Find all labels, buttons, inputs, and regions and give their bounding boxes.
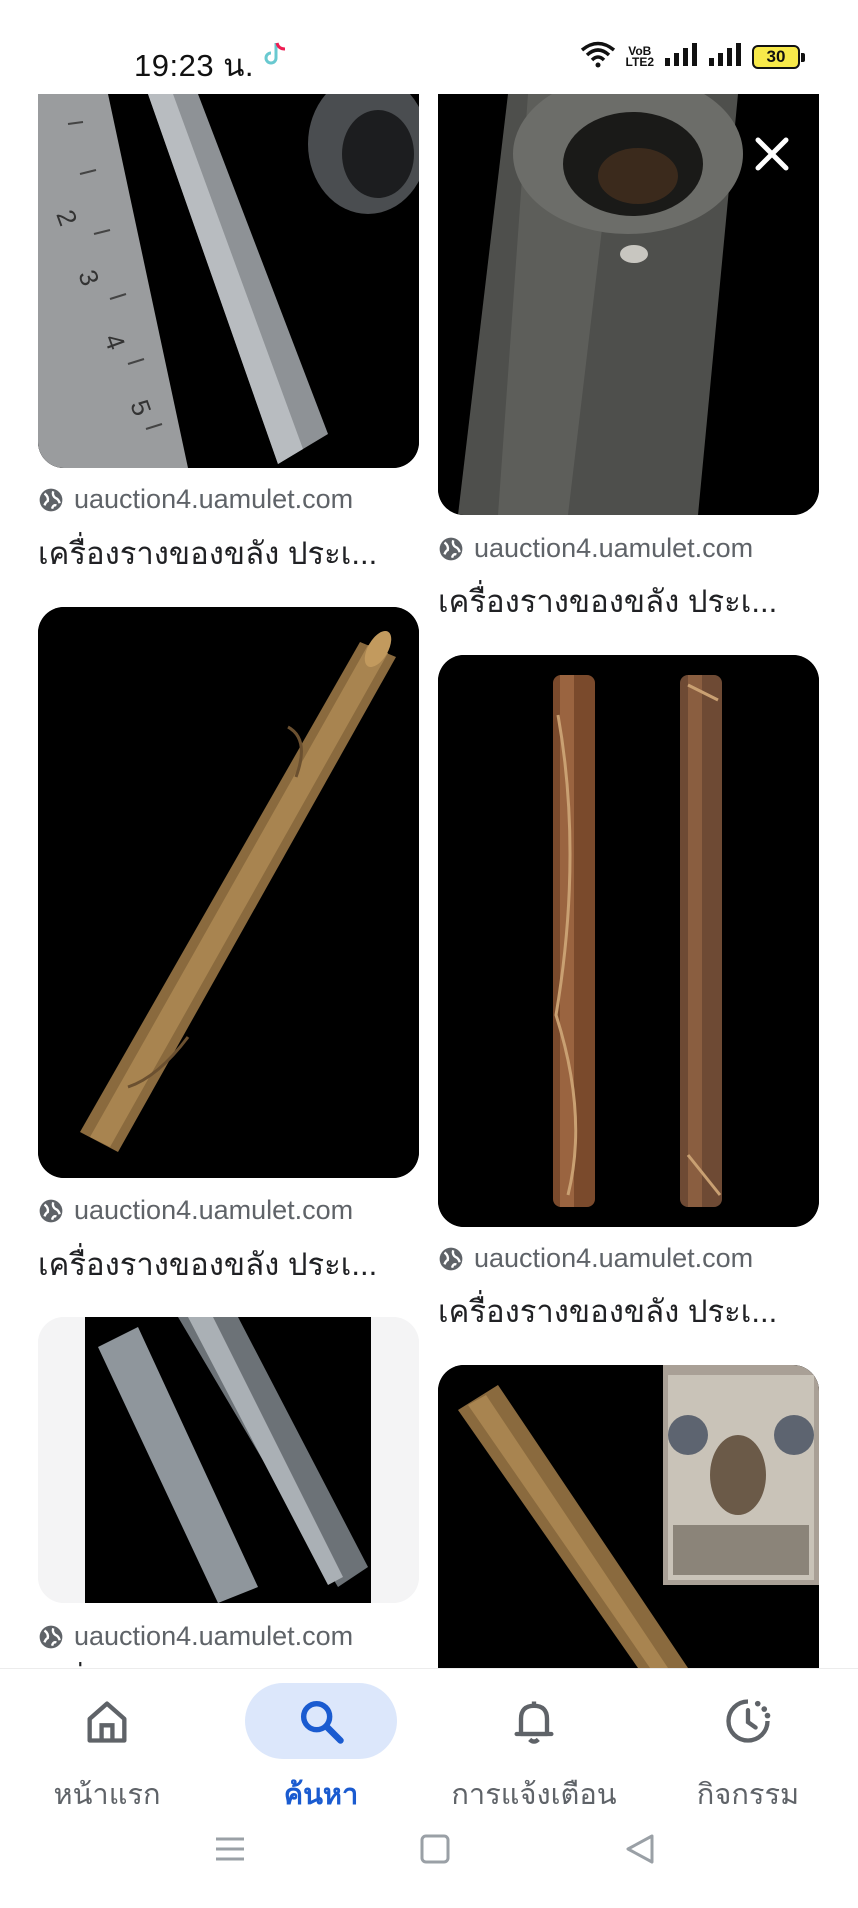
bell-icon bbox=[514, 1701, 554, 1744]
nav-label-notifications: การแจ้งเตือน bbox=[451, 1779, 617, 1811]
home-icon bbox=[87, 1701, 127, 1743]
menu-icon[interactable] bbox=[214, 1833, 246, 1865]
result-source[interactable]: uauction4.uamulet.com bbox=[438, 533, 753, 564]
result-source[interactable]: uauction4.uamulet.com bbox=[38, 1621, 353, 1652]
globe-icon bbox=[39, 1199, 63, 1222]
result-source[interactable]: uauction4.uamulet.com bbox=[38, 484, 353, 515]
battery-level: 30 bbox=[766, 46, 786, 66]
bottom-navigation: หน้าแรก ค้นหา การแจ้งเตือน กิจกรรม bbox=[0, 1668, 858, 1908]
home-square-icon[interactable] bbox=[419, 1833, 451, 1865]
signal-icon-1 bbox=[664, 42, 698, 71]
result-source-text: uauction4.uamulet.com bbox=[474, 1243, 754, 1273]
back-icon[interactable] bbox=[624, 1833, 656, 1865]
nav-label-search: ค้นหา bbox=[283, 1779, 359, 1811]
globe-icon bbox=[439, 1247, 463, 1270]
result-source-text: uauction4.uamulet.com bbox=[74, 1195, 354, 1225]
signal-icon-2 bbox=[708, 42, 742, 71]
volte-badge: VoB LTE2 bbox=[625, 43, 654, 69]
wifi-icon bbox=[580, 40, 616, 73]
globe-icon bbox=[39, 1625, 63, 1648]
result-thumbnail[interactable] bbox=[438, 655, 819, 1227]
activity-icon bbox=[726, 1699, 771, 1743]
nav-label-activity: กิจกรรม bbox=[696, 1779, 800, 1811]
result-source-text: uauction4.uamulet.com bbox=[74, 484, 354, 514]
system-navigation-bar bbox=[0, 1833, 858, 1879]
close-icon bbox=[755, 137, 789, 171]
globe-icon bbox=[39, 488, 63, 511]
result-title[interactable]: เครื่องรางของขลัง ประเ... bbox=[438, 576, 819, 626]
result-source[interactable]: uauction4.uamulet.com bbox=[438, 1243, 753, 1274]
battery-icon: 30 bbox=[752, 44, 805, 69]
status-time: 19:23 น. bbox=[134, 48, 254, 83]
result-source[interactable]: uauction4.uamulet.com bbox=[38, 1195, 353, 1226]
close-button[interactable] bbox=[748, 130, 796, 178]
result-thumbnail[interactable] bbox=[38, 1317, 419, 1603]
status-bar: 19:23 น. VoB LTE2 30 bbox=[0, 0, 858, 94]
result-title[interactable]: เครื่องรางของขลัง ประเ... bbox=[38, 1239, 419, 1289]
tiktok-icon bbox=[262, 40, 288, 75]
result-thumbnail[interactable] bbox=[438, 1365, 819, 1668]
search-icon bbox=[300, 1700, 344, 1744]
result-source-text: uauction4.uamulet.com bbox=[474, 533, 754, 563]
result-title[interactable]: เครื่องรางของขลัง ประเ... bbox=[438, 1286, 819, 1336]
result-thumbnail[interactable] bbox=[38, 607, 419, 1178]
result-thumbnail[interactable]: 2 3 4 5 bbox=[38, 94, 419, 468]
result-title[interactable]: เครื่องรางของขลัง ประเ... bbox=[38, 528, 419, 578]
globe-icon bbox=[439, 537, 463, 560]
nav-label-home: หน้าแรก bbox=[53, 1779, 161, 1811]
result-source-text: uauction4.uamulet.com bbox=[74, 1621, 354, 1651]
